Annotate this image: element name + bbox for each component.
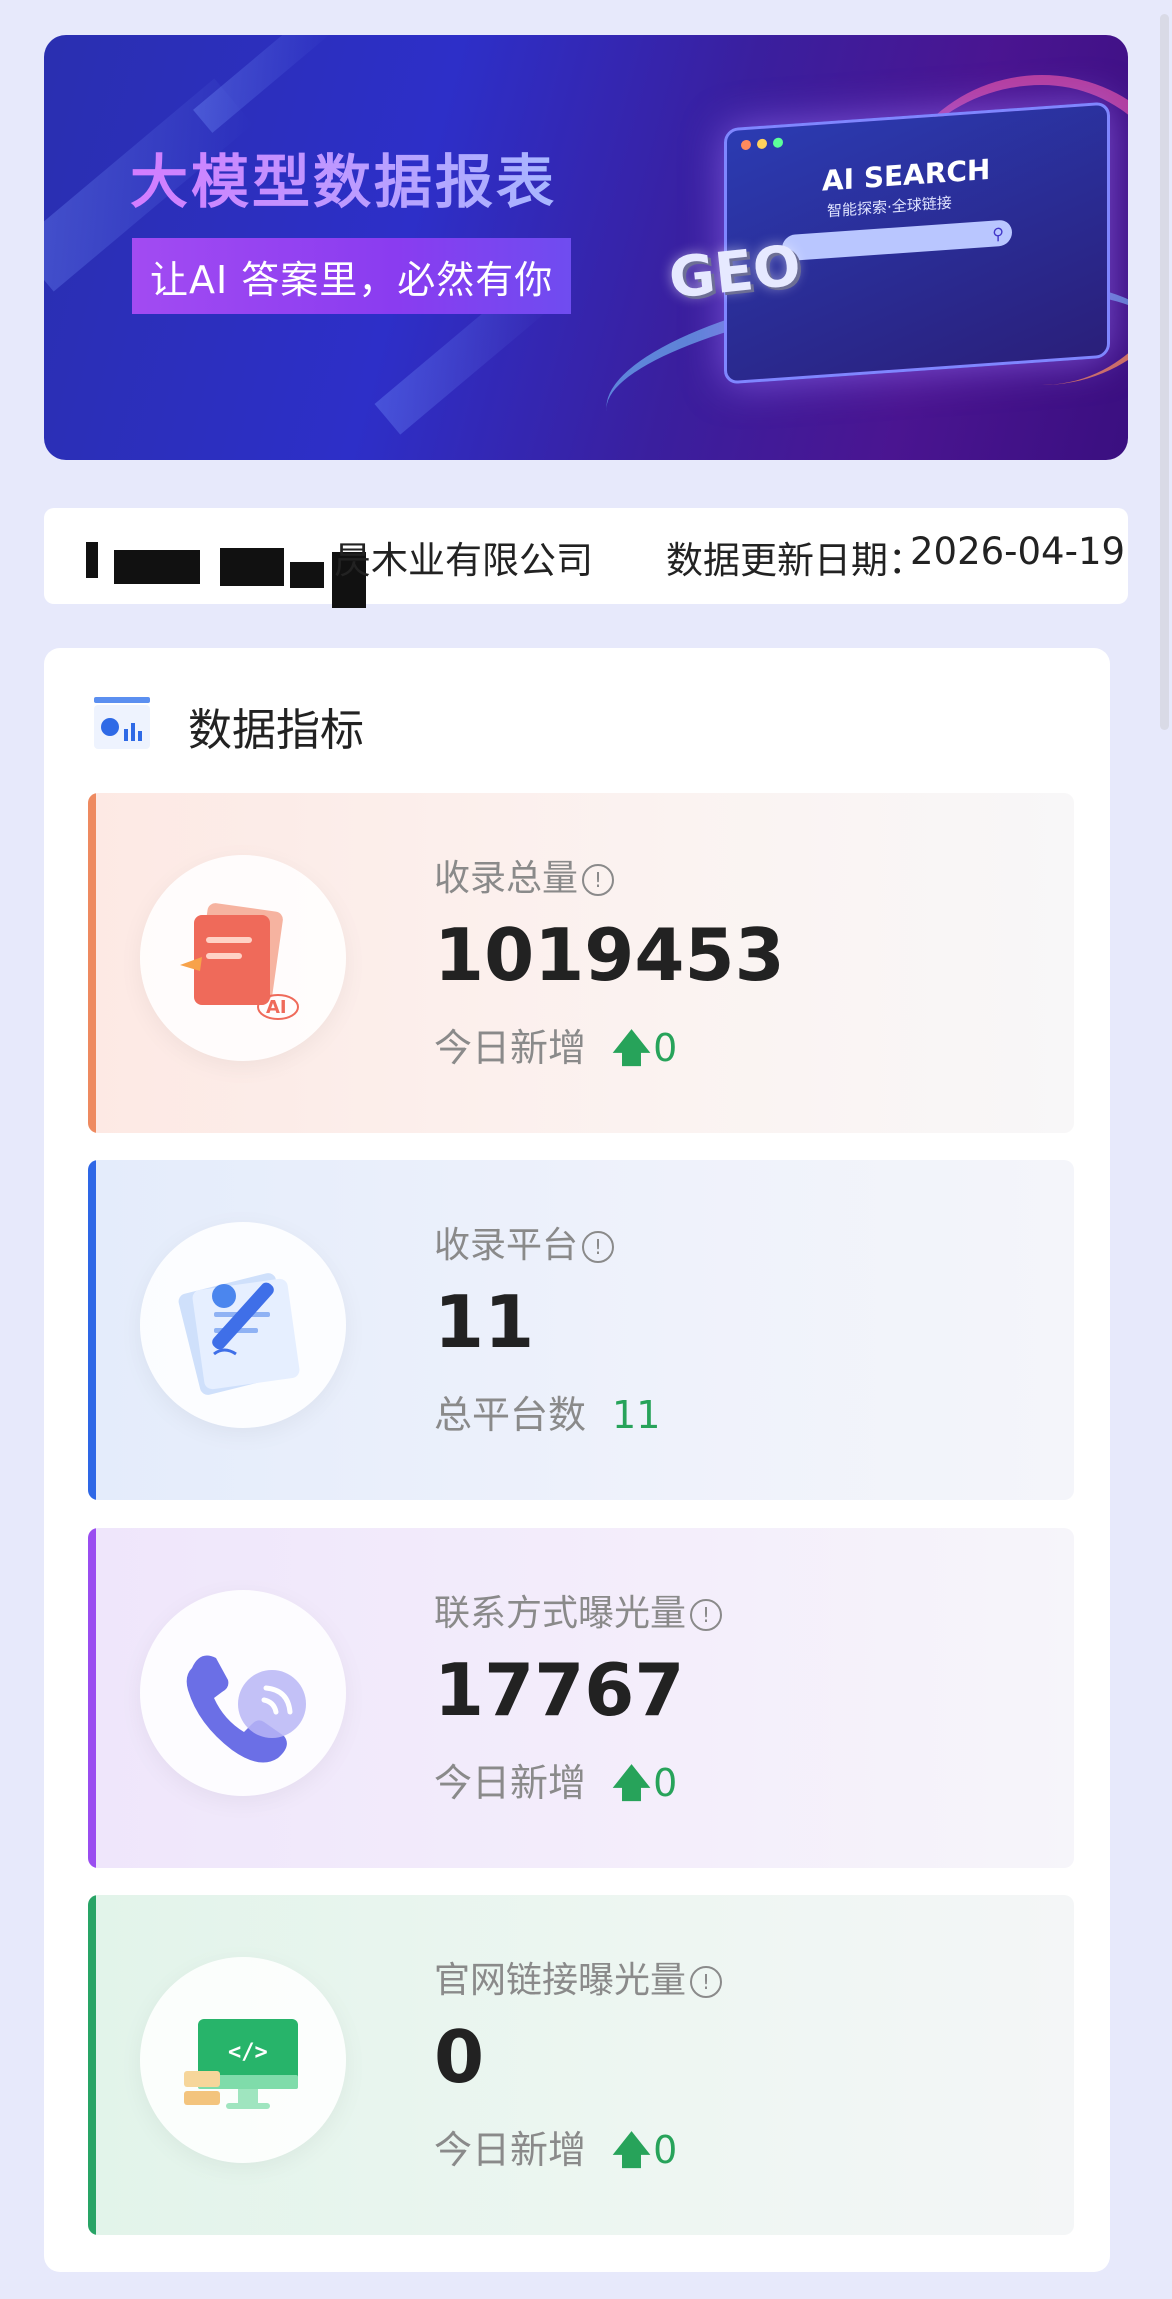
metric-label: 联系方式曝光量! <box>434 1584 723 1636</box>
metric-sub: 今日新增 🡅0 <box>434 1752 677 1820</box>
card-accent-stripe <box>88 1895 96 2235</box>
update-date-value: 2026-04-19 <box>910 530 1126 573</box>
update-date-label: 数据更新日期： <box>666 539 925 582</box>
redacted-text <box>290 562 324 588</box>
phone-icon <box>186 1655 306 1763</box>
card-icon-bubble: </> <box>140 1957 346 2163</box>
up-arrow-icon: 🡅 <box>612 1026 652 1070</box>
redacted-text <box>114 550 200 584</box>
up-arrow-icon: 🡅 <box>612 1761 652 1805</box>
metric-value: 0 <box>434 2015 485 2099</box>
metrics-panel: 数据指标 AI 收录总量! 1019453 今日新增 🡅0 收录平台 ! 11 … <box>44 648 1110 2272</box>
up-arrow-icon: 🡅 <box>612 2128 652 2172</box>
document-ai-icon: AI <box>180 903 299 1020</box>
metric-label: 收录平台! <box>434 1216 615 1268</box>
metric-label: 收录总量! <box>434 849 615 901</box>
card-accent-stripe <box>88 1528 96 1868</box>
monitor-code-icon: </> <box>184 2019 298 2109</box>
metric-sub: 总平台数 11 <box>434 1393 661 1437</box>
metric-label: 官网链接曝光量! <box>434 1951 723 2003</box>
card-accent-stripe <box>88 793 96 1133</box>
card-icon-bubble <box>140 1590 346 1796</box>
info-icon[interactable]: ! <box>582 1231 615 1263</box>
metric-sub: 今日新增 🡅0 <box>434 1017 677 1085</box>
metric-card-indexed-platforms[interactable]: 收录平台! 11 总平台数 11 <box>88 1160 1074 1500</box>
scrollbar[interactable] <box>1160 14 1169 730</box>
metric-card-website-exposure[interactable]: </> 官网链接曝光量! 0 今日新增 🡅0 <box>88 1895 1074 2235</box>
svg-text:</>: </> <box>228 2040 268 2065</box>
card-icon-bubble <box>140 1222 346 1428</box>
metric-value: 11 <box>434 1280 535 1364</box>
search-icon: ⚲ <box>992 223 1004 244</box>
signing-pen-icon <box>178 1273 300 1395</box>
hero-banner: AI SEARCH 智能探索·全球链接 ⚲ GEO 大模型数据报表 让AI 答案… <box>44 35 1128 460</box>
metric-sub: 今日新增 🡅0 <box>434 2119 677 2187</box>
redacted-text <box>220 548 284 586</box>
redacted-text <box>86 542 98 578</box>
section-title: 数据指标 <box>188 705 364 756</box>
info-icon[interactable]: ! <box>690 1966 723 1998</box>
metric-card-contact-exposure[interactable]: 联系方式曝光量! 17767 今日新增 🡅0 <box>88 1528 1074 1868</box>
metric-card-indexed-total[interactable]: AI 收录总量! 1019453 今日新增 🡅0 <box>88 793 1074 1133</box>
geo-logo: GEO <box>665 233 804 312</box>
ai-search-heading: AI SEARCH <box>822 152 991 198</box>
ai-search-subheading: 智能探索·全球链接 <box>827 193 952 221</box>
company-name: 昃木业有限公司 <box>334 539 593 582</box>
chart-icon <box>94 697 150 749</box>
info-icon[interactable]: ! <box>690 1599 723 1631</box>
metric-value: 1019453 <box>434 913 785 997</box>
banner-tagline: 让AI 答案里，必然有你 <box>132 238 572 314</box>
card-icon-bubble: AI <box>140 855 346 1061</box>
illustration-search-bar: ⚲ <box>782 219 1012 262</box>
info-icon[interactable]: ! <box>582 864 615 896</box>
card-accent-stripe <box>88 1160 96 1500</box>
company-info-bar: 昃木业有限公司 数据更新日期： 2026-04-19 <box>44 508 1128 608</box>
metric-value: 17767 <box>434 1648 685 1732</box>
svg-text:AI: AI <box>266 997 287 1018</box>
banner-title: 大模型数据报表 <box>130 135 557 219</box>
